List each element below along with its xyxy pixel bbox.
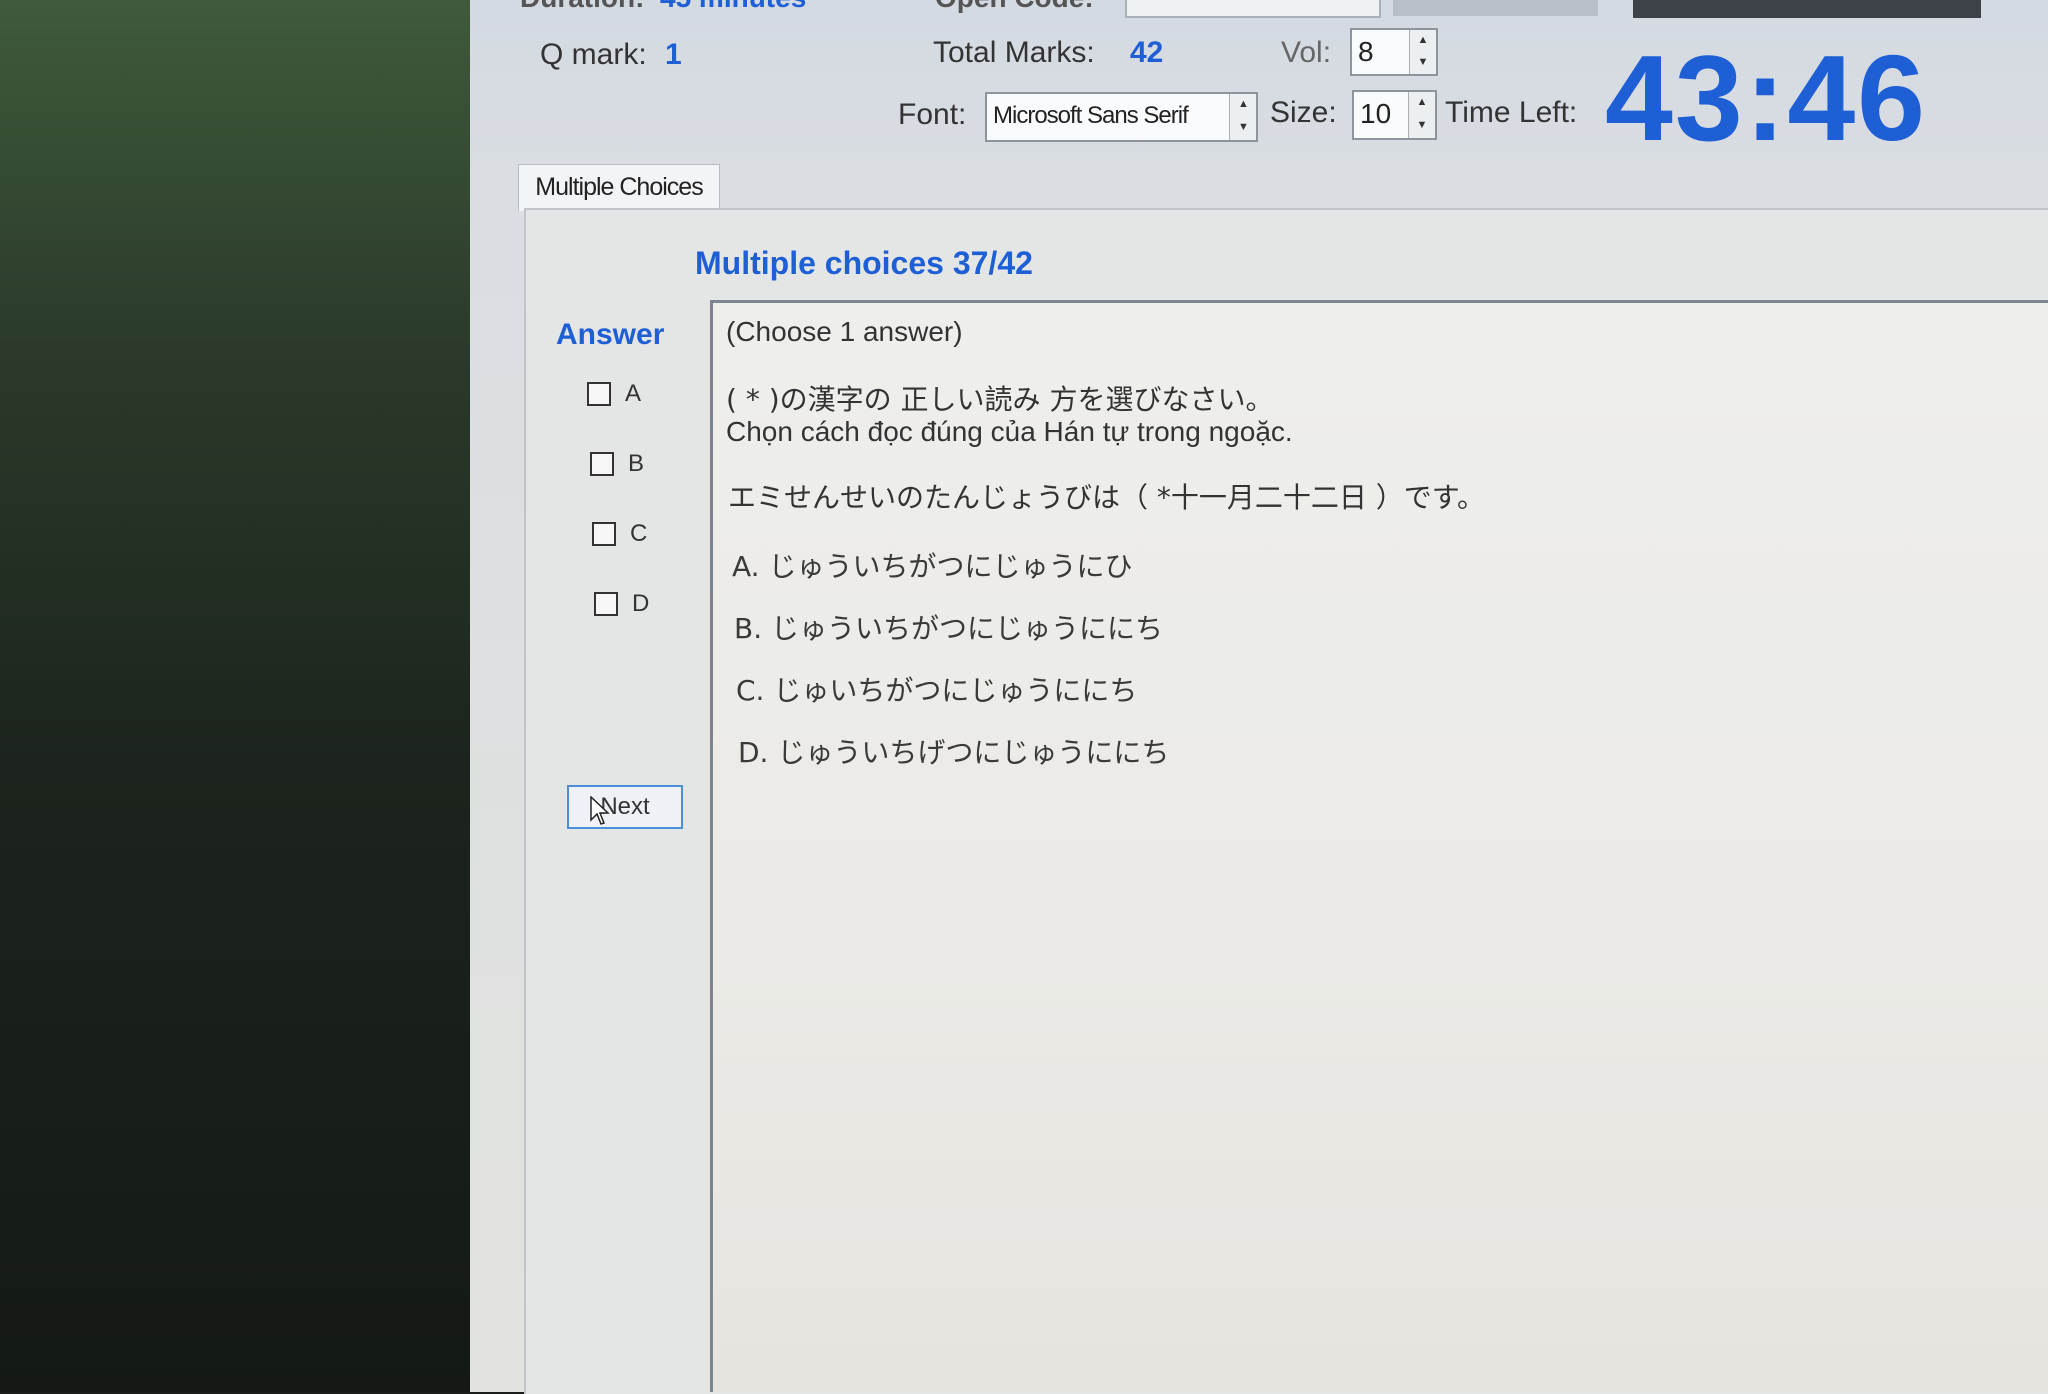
answer-option-d[interactable]: D	[594, 590, 649, 618]
mouse-cursor-icon	[590, 796, 610, 825]
duration-value: 45 minutes	[660, 0, 806, 14]
vol-label: Vol:	[1281, 36, 1332, 69]
spin-up-icon[interactable]: ▲	[1409, 92, 1435, 115]
choice-text-c: C. じゅいちがつにじゅうににち	[736, 674, 1138, 707]
option-label: C	[630, 520, 648, 547]
font-selector-arrows[interactable]: ▲ ▼	[1229, 94, 1256, 140]
time-left-label: Time Left:	[1445, 96, 1578, 129]
vol-spinner[interactable]: 8 ▲ ▼	[1350, 28, 1438, 76]
size-value: 10	[1360, 98, 1392, 129]
question-prompt-japanese: ( * )の漢字の 正しい読み 方を選びなさい。	[726, 383, 1274, 416]
option-label: B	[628, 450, 645, 477]
spin-down-icon[interactable]: ▼	[1230, 117, 1256, 140]
section-title: Multiple choices 37/42	[695, 245, 1033, 281]
checkbox[interactable]	[594, 592, 618, 616]
q-mark-label: Q mark:	[540, 38, 647, 71]
size-spinner[interactable]: 10 ▲ ▼	[1352, 90, 1437, 140]
tab-multiple-choices[interactable]: Multiple Choices	[518, 164, 720, 211]
font-selector[interactable]: Microsoft Sans Serif ▲ ▼	[985, 92, 1258, 142]
choice-text-d: D. じゅういちげつにじゅうににち	[738, 736, 1170, 769]
vol-spinner-arrows[interactable]: ▲ ▼	[1409, 30, 1436, 74]
size-spinner-arrows[interactable]: ▲ ▼	[1408, 92, 1435, 138]
answer-option-a[interactable]: A	[587, 380, 641, 408]
font-value: Microsoft Sans Serif	[993, 102, 1189, 129]
spin-up-icon[interactable]: ▲	[1230, 94, 1256, 117]
total-marks-value: 42	[1130, 36, 1164, 69]
choice-text-a: A. じゅういちがつにじゅうにひ	[732, 550, 1133, 583]
show-question-button[interactable]	[1393, 0, 1598, 16]
checkbox[interactable]	[590, 452, 614, 476]
duration-label: Duration:	[520, 0, 644, 14]
choice-text-b: B. じゅういちがつにじゅうににち	[734, 612, 1164, 645]
checkbox[interactable]	[592, 522, 616, 546]
size-label: Size:	[1270, 96, 1337, 129]
countdown-timer: 43:46	[1605, 30, 1928, 166]
question-instruction: (Choose 1 answer)	[726, 316, 963, 347]
question-sentence: エミせんせいのたんじょうびは（ *十一月二十二日 ）です。	[728, 481, 1486, 514]
answer-option-c[interactable]: C	[592, 520, 647, 548]
vol-value: 8	[1358, 36, 1374, 67]
q-mark-value: 1	[665, 38, 682, 71]
option-label: A	[625, 380, 642, 407]
spin-up-icon[interactable]: ▲	[1410, 30, 1436, 52]
top-right-bar	[1633, 0, 1981, 18]
answer-option-b[interactable]: B	[590, 450, 644, 478]
total-marks-label: Total Marks:	[933, 36, 1095, 69]
option-label: D	[632, 590, 650, 617]
answer-heading: Answer	[556, 318, 665, 351]
checkbox[interactable]	[587, 382, 611, 406]
question-prompt-vietnamese: Chọn cách đọc đúng của Hán tự trong ngoặ…	[726, 416, 1293, 447]
spin-down-icon[interactable]: ▼	[1410, 52, 1436, 74]
spin-down-icon[interactable]: ▼	[1409, 115, 1435, 138]
question-content-box	[710, 300, 2048, 1392]
desk-background	[0, 0, 520, 1392]
open-code-label: Open Code:	[935, 0, 1094, 14]
open-code-input[interactable]	[1125, 0, 1381, 18]
font-label: Font:	[898, 98, 967, 131]
next-button[interactable]: Next	[567, 785, 683, 829]
